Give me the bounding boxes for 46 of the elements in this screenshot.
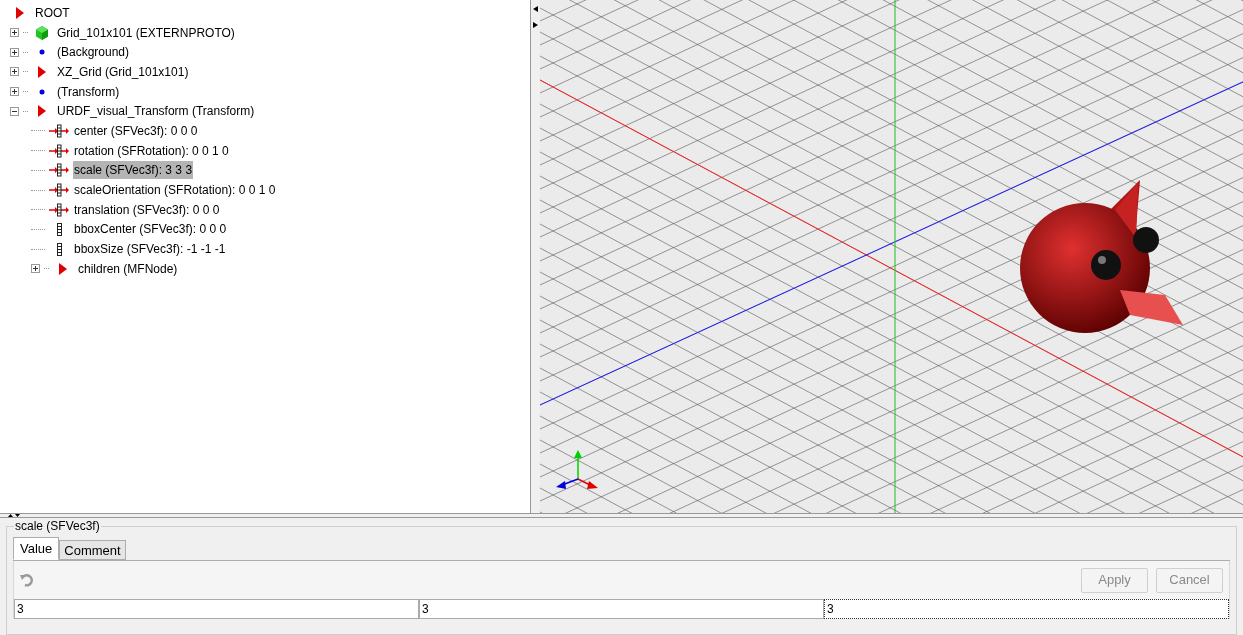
collapse-toggle-icon[interactable] [10,106,19,116]
group-title: scale (SFVec3f) [14,519,101,533]
tree-item[interactable]: translation (SFVec3f): 0 0 0 [73,200,221,219]
tree-item[interactable]: scale (SFVec3f): 3 3 3 [73,161,194,180]
value-input-field[interactable]: 3 [824,599,1229,619]
field-icon [56,242,62,256]
dot-icon [38,87,46,96]
expand-toggle-icon[interactable] [10,67,19,77]
axis-gizmo-icon [556,450,598,489]
down-arrow-icon[interactable] [15,514,20,517]
triangle-icon [59,262,67,275]
tab[interactable]: Value [13,537,60,560]
tree-item[interactable]: (Transform) [56,82,121,101]
field-arrows-icon [49,163,69,178]
field-arrows-icon [49,183,69,198]
dot-icon [38,48,46,57]
tab[interactable]: Comment [59,540,126,560]
value-input-field[interactable]: 3 [14,599,419,619]
tree-item[interactable]: children (MFNode) [77,259,179,278]
expand-right-icon[interactable] [533,22,538,28]
tree-item[interactable]: URDF_visual_Transform (Transform) [56,102,256,121]
field-arrows-icon [49,143,69,158]
tree-item[interactable]: (Background) [56,43,131,62]
tree-item[interactable]: rotation (SFRotation): 0 0 1 0 [73,141,230,160]
splitter-handle[interactable] [530,0,540,513]
tree-item[interactable]: ROOT [34,3,71,22]
expand-toggle-icon[interactable] [10,28,19,38]
field-arrows-icon [49,202,69,217]
triangle-icon [38,65,46,78]
field-icon [56,222,62,236]
expand-toggle-icon[interactable] [10,87,19,97]
collapse-left-icon[interactable] [533,6,538,12]
tree-item[interactable]: Grid_101x101 (EXTERNPROTO) [56,23,236,42]
field-arrows-icon [49,123,69,138]
tree-item[interactable]: XZ_Grid (Grid_101x101) [56,62,190,81]
expand-toggle-icon[interactable] [10,47,19,57]
triangle-icon [38,105,46,118]
up-arrow-icon[interactable] [8,514,13,517]
cube-icon [36,25,48,40]
tree-item[interactable]: bboxSize (SFVec3f): -1 -1 -1 [73,240,227,259]
triangle-icon [16,6,24,19]
tree-item[interactable]: center (SFVec3f): 0 0 0 [73,121,199,140]
tree-item[interactable]: bboxCenter (SFVec3f): 0 0 0 [73,220,228,239]
value-input-field[interactable]: 3 [419,599,824,619]
expand-toggle-icon[interactable] [31,264,40,274]
tree-item[interactable]: scaleOrientation (SFRotation): 0 0 1 0 [73,181,277,200]
